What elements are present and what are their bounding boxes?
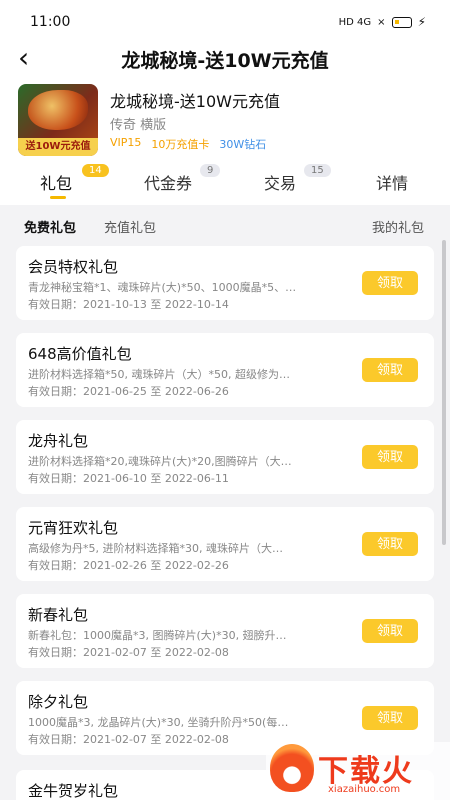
- scrollbar[interactable]: [442, 240, 446, 545]
- cover-label: 送10W元充值: [18, 138, 98, 156]
- claim-button[interactable]: 领取: [362, 358, 418, 382]
- gift-title: 新春礼包: [28, 606, 89, 624]
- claim-button[interactable]: 领取: [362, 271, 418, 295]
- battery-icon: [391, 16, 412, 28]
- gift-valid-date: 有效日期：2021-10-13 至 2022-10-14: [28, 298, 229, 311]
- gift-valid-date: 有效日期：2021-02-07 至 2022-02-08: [28, 733, 229, 746]
- game-info: 送10W元充值 龙城秘境-送10W元充值 传奇 横版 VIP15 10万充值卡 30…: [18, 84, 438, 156]
- claim-button[interactable]: 领取: [362, 445, 418, 469]
- dragon-art: [28, 90, 88, 130]
- gift-filter-bar: 免费礼包 充值礼包 我的礼包: [0, 215, 450, 239]
- gift-valid-date: 有效日期：2021-06-10 至 2022-06-11: [28, 472, 229, 485]
- tab-badge: 9: [200, 164, 221, 177]
- gift-title: 会员特权礼包: [28, 258, 119, 276]
- subtab-free-gifts[interactable]: 免费礼包: [24, 217, 76, 236]
- gift-description: 1000魔晶*3, 龙晶碎片(大)*30, 坐骑升阶丹*50(每…: [28, 716, 289, 729]
- gift-description: 高级修为丹*5, 进阶材料选择箱*30, 魂珠碎片（大…: [28, 542, 283, 555]
- game-tags: VIP15 10万充值卡 30W钻石: [110, 136, 266, 152]
- tab-vouchers[interactable]: 代金券 9: [144, 164, 221, 194]
- tab-trade[interactable]: 交易 15: [264, 164, 331, 194]
- tab-bar: 礼包 14 代金券 9 交易 15 详情: [0, 164, 450, 202]
- status-time: 11:00: [30, 14, 71, 30]
- watermark: 下载火 xiazaihuo.com: [266, 742, 450, 800]
- gift-description: 青龙神秘宝箱*1、魂珠碎片(大)*50、1000魔晶*5、…: [28, 281, 297, 294]
- claim-button[interactable]: 领取: [362, 706, 418, 730]
- game-name: 龙城秘境-送10W元充值: [110, 92, 280, 111]
- tab-label: 礼包: [40, 174, 73, 193]
- tab-label: 交易: [264, 174, 297, 193]
- top-panel: 11:00 HD 4G × ⚡ ‹ 龙城秘境-送10W元充值 送10W元充值 龙…: [0, 0, 450, 205]
- active-tab-indicator: [50, 196, 66, 199]
- gift-description: 进阶材料选择箱*50, 魂珠碎片（大）*50, 超级修为…: [28, 368, 290, 381]
- my-gifts-link[interactable]: 我的礼包: [372, 217, 424, 236]
- gift-card[interactable]: 648高价值礼包进阶材料选择箱*50, 魂珠碎片（大）*50, 超级修为… 有效日…: [16, 333, 434, 407]
- gift-valid-date: 有效日期：2021-02-07 至 2022-02-08: [28, 646, 229, 659]
- watermark-url: xiazaihuo.com: [328, 784, 401, 795]
- game-tag: 10万充值卡: [151, 138, 210, 151]
- tab-details[interactable]: 详情: [376, 170, 408, 194]
- charging-icon: ⚡: [417, 15, 426, 29]
- tab-label: 详情: [376, 174, 409, 193]
- game-tag: 30W钻石: [219, 138, 267, 151]
- gift-valid-date: 有效日期：2021-02-26 至 2022-02-26: [28, 559, 229, 572]
- gift-card[interactable]: 元宵狂欢礼包高级修为丹*5, 进阶材料选择箱*30, 魂珠碎片（大… 有效日期：2…: [16, 507, 434, 581]
- game-cover-image: 送10W元充值: [18, 84, 98, 156]
- status-bar: 11:00 HD 4G × ⚡: [0, 0, 450, 44]
- status-icons: HD 4G × ⚡: [339, 15, 426, 29]
- flame-logo-icon: [270, 744, 314, 792]
- gift-card[interactable]: 龙舟礼包进阶材料选择箱*20,魂珠碎片(大)*20,图腾碎片（大… 有效日期：20…: [16, 420, 434, 494]
- gift-card[interactable]: 会员特权礼包青龙神秘宝箱*1、魂珠碎片(大)*50、1000魔晶*5、… 有效日期…: [16, 246, 434, 320]
- gift-title: 除夕礼包: [28, 693, 89, 711]
- tab-gifts[interactable]: 礼包 14: [40, 164, 109, 194]
- claim-button[interactable]: 领取: [362, 619, 418, 643]
- page-title: 龙城秘境-送10W元充值: [121, 50, 329, 72]
- tab-badge: 15: [304, 164, 331, 177]
- gift-description: 新春礼包：1000魔晶*3, 图腾碎片(大)*30, 翅膀升…: [28, 629, 287, 642]
- game-tag: VIP15: [110, 136, 142, 149]
- signal-icon: ×: [377, 16, 386, 28]
- tab-label: 代金券: [144, 174, 193, 193]
- gift-title: 元宵狂欢礼包: [28, 519, 119, 537]
- gift-description: 进阶材料选择箱*20,魂珠碎片(大)*20,图腾碎片（大…: [28, 455, 292, 468]
- network-indicator: HD 4G: [338, 16, 372, 28]
- subtab-recharge-gifts[interactable]: 充值礼包: [104, 217, 156, 236]
- tab-badge: 14: [82, 164, 109, 177]
- gift-title: 金牛贺岁礼包: [28, 782, 119, 800]
- nav-bar: ‹ 龙城秘境-送10W元充值: [0, 44, 450, 74]
- gift-valid-date: 有效日期：2021-06-25 至 2022-06-26: [28, 385, 229, 398]
- gift-title: 648高价值礼包: [28, 345, 132, 363]
- gift-card[interactable]: 新春礼包新春礼包：1000魔晶*3, 图腾碎片(大)*30, 翅膀升… 有效日期：…: [16, 594, 434, 668]
- claim-button[interactable]: 领取: [362, 532, 418, 556]
- game-category: 传奇 横版: [110, 118, 167, 133]
- gift-title: 龙舟礼包: [28, 432, 89, 450]
